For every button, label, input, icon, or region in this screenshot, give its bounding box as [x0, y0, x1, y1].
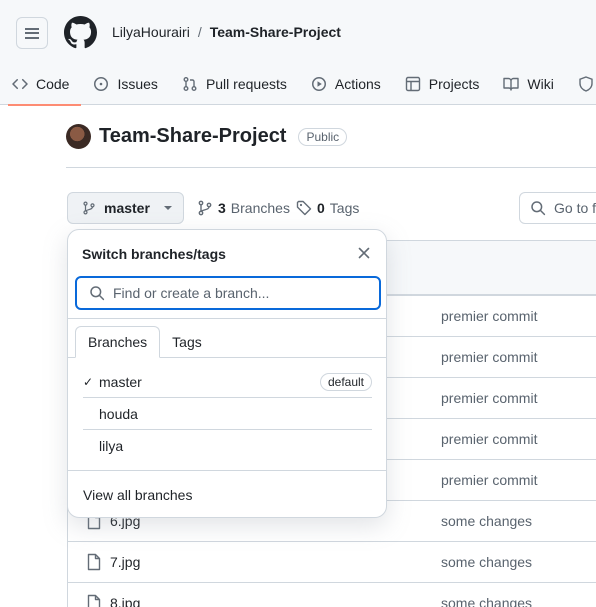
book-icon	[503, 77, 520, 91]
github-logo-icon[interactable]	[64, 16, 97, 49]
hamburger-menu-button[interactable]	[16, 17, 48, 49]
branch-search-input[interactable]	[113, 285, 363, 301]
go-to-file-input[interactable]: Go to f	[519, 192, 596, 224]
branch-name: lilya	[99, 438, 124, 454]
current-branch-label: master	[104, 200, 150, 216]
dropdown-title: Switch branches/tags	[82, 246, 226, 262]
app-header: LilyaHourairi / Team-Share-Project Code …	[0, 0, 596, 106]
tab-projects[interactable]: Projects	[393, 62, 492, 105]
close-icon[interactable]	[357, 246, 371, 260]
tags-label: Tags	[329, 200, 360, 216]
breadcrumb: LilyaHourairi / Team-Share-Project	[112, 24, 341, 40]
tab-issues-label: Issues	[117, 75, 158, 92]
tab-actions-label: Actions	[334, 75, 381, 92]
branch-name: houda	[99, 405, 138, 422]
title-divider	[66, 167, 596, 168]
chevron-down-icon	[163, 206, 172, 210]
branch-item-houda[interactable]: houda	[83, 398, 372, 430]
branch-item-lilya[interactable]: lilya	[83, 430, 372, 462]
code-icon	[12, 78, 28, 89]
branch-search-field[interactable]	[75, 276, 381, 310]
issue-icon	[94, 76, 109, 91]
commit-message[interactable]: premier commit	[441, 349, 537, 365]
tab-code-label: Code	[36, 75, 70, 92]
tab-code[interactable]: Code	[0, 62, 82, 106]
commit-message[interactable]: premier commit	[441, 431, 537, 447]
tab-wiki-label: Wiki	[527, 75, 554, 92]
branch-item-master[interactable]: ✓ master default	[83, 366, 372, 398]
pull-request-icon	[183, 76, 197, 91]
branches-label: Branches	[230, 200, 290, 216]
breadcrumb-repo-link[interactable]: Team-Share-Project	[210, 24, 341, 40]
branches-link[interactable]: 3 Branches	[197, 200, 290, 216]
repo-nav: Code Issues Pull requests Actions Projec…	[0, 62, 596, 106]
tags-count: 0	[317, 200, 325, 216]
tag-icon	[296, 200, 312, 216]
commit-message[interactable]: some changes	[441, 554, 532, 570]
git-branch-icon	[198, 200, 212, 216]
file-name-link[interactable]: 8.jpg	[110, 595, 140, 607]
table-icon	[405, 76, 420, 91]
file-icon	[87, 594, 101, 607]
branches-count: 3	[218, 200, 226, 216]
tab-branches[interactable]: Branches	[75, 326, 161, 358]
repo-title: Team-Share-Project Public	[66, 124, 348, 149]
commit-message[interactable]: some changes	[441, 595, 532, 607]
search-icon	[531, 201, 546, 216]
repo-name[interactable]: Team-Share-Project	[99, 125, 286, 148]
go-to-file-placeholder: Go to f	[554, 200, 596, 216]
file-icon	[87, 553, 101, 571]
breadcrumb-separator: /	[197, 24, 202, 40]
tab-wiki[interactable]: Wiki	[491, 62, 565, 105]
tab-tags[interactable]: Tags	[160, 326, 214, 358]
visibility-badge: Public	[298, 127, 348, 146]
file-name-link[interactable]: 7.jpg	[110, 554, 140, 570]
commit-message[interactable]: premier commit	[441, 472, 537, 488]
view-all-branches-link[interactable]: View all branches	[83, 487, 192, 503]
table-row[interactable]: 7.jpg some changes	[68, 541, 596, 582]
breadcrumb-owner-link[interactable]: LilyaHourairi	[112, 24, 190, 40]
check-icon: ✓	[83, 374, 94, 389]
tab-pull-requests[interactable]: Pull requests	[170, 62, 299, 105]
dropdown-divider	[68, 318, 386, 319]
branch-name: master	[99, 373, 142, 390]
branch-select-button[interactable]: master	[67, 192, 184, 224]
tab-projects-label: Projects	[428, 75, 480, 92]
shield-icon	[579, 75, 593, 92]
commit-message[interactable]: premier commit	[441, 390, 537, 406]
owner-avatar[interactable]	[66, 124, 91, 149]
tab-issues[interactable]: Issues	[81, 62, 169, 105]
tab-actions[interactable]: Actions	[299, 62, 393, 105]
dropdown-tabs: Branches Tags	[75, 326, 214, 358]
search-icon	[90, 286, 105, 301]
table-row[interactable]: 8.jpg some changes	[68, 582, 596, 607]
branch-list: ✓ master default houda lilya	[83, 366, 372, 462]
tags-link[interactable]: 0 Tags	[296, 200, 359, 216]
dropdown-footer-divider	[68, 470, 386, 471]
tab-pull-requests-label: Pull requests	[205, 75, 287, 92]
commit-message[interactable]: premier commit	[441, 308, 537, 324]
tab-security-partial[interactable]	[566, 62, 596, 105]
play-icon	[311, 76, 326, 91]
branch-switcher-dropdown: Switch branches/tags Branches Tags ✓ mas…	[67, 229, 387, 518]
menu-icon	[25, 27, 39, 39]
git-branch-icon	[83, 201, 95, 215]
default-badge: default	[319, 372, 372, 391]
commit-message[interactable]: some changes	[441, 513, 532, 529]
